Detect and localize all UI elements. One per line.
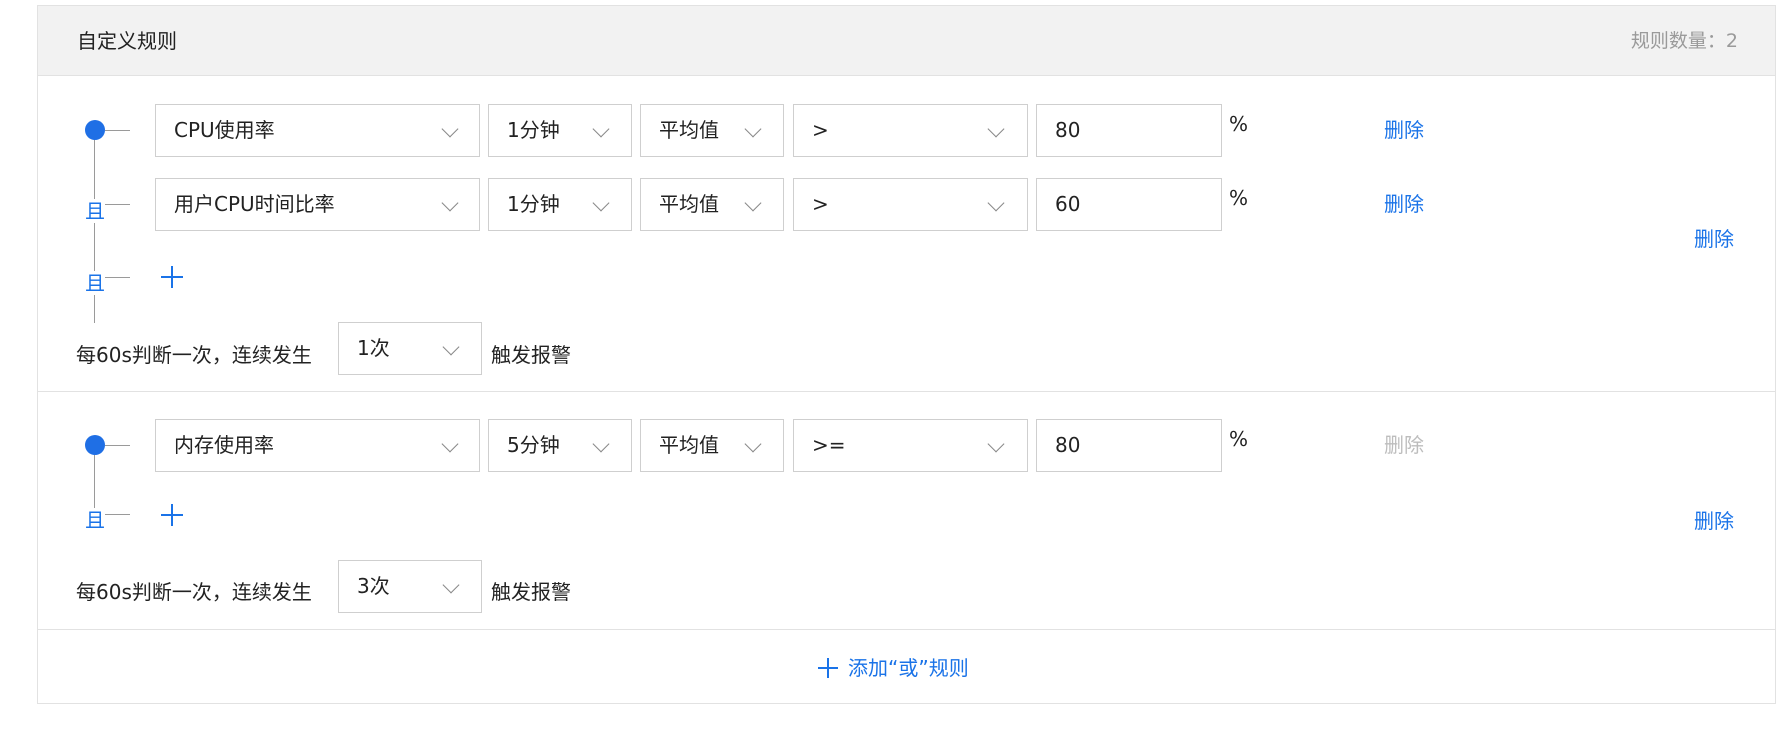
stat-select[interactable]: 平均值 bbox=[640, 178, 784, 231]
add-condition-icon[interactable] bbox=[161, 266, 183, 288]
metric-value: CPU使用率 bbox=[174, 118, 275, 142]
chevron-down-icon bbox=[442, 576, 460, 594]
period-value: 1分钟 bbox=[507, 118, 560, 142]
times-select[interactable]: 1次 bbox=[338, 322, 482, 375]
stat-value: 平均值 bbox=[659, 118, 719, 142]
operator-value: > bbox=[812, 118, 829, 142]
frequency-prefix: 每60s判断一次，连续发生 bbox=[76, 343, 312, 367]
stat-select[interactable]: 平均值 bbox=[640, 104, 784, 157]
add-or-rule-label: 添加“或”规则 bbox=[848, 656, 969, 680]
threshold-value: 80 bbox=[1055, 433, 1081, 457]
delete-condition-button[interactable]: 删除 bbox=[1384, 114, 1424, 143]
chevron-down-icon bbox=[987, 120, 1005, 138]
metric-value: 用户CPU时间比率 bbox=[174, 192, 335, 216]
chevron-down-icon bbox=[744, 120, 762, 138]
metric-select[interactable]: CPU使用率 bbox=[155, 104, 480, 157]
chevron-down-icon bbox=[987, 194, 1005, 212]
operator-value: >= bbox=[812, 433, 846, 457]
unit-label: % bbox=[1229, 186, 1249, 210]
threshold-input[interactable]: 80 bbox=[1036, 104, 1222, 157]
metric-value: 内存使用率 bbox=[174, 433, 274, 457]
rule-count: 规则数量：2 bbox=[1630, 30, 1738, 52]
delete-condition-button[interactable]: 删除 bbox=[1384, 429, 1424, 458]
delete-group-button[interactable]: 删除 bbox=[1694, 505, 1734, 534]
period-select[interactable]: 5分钟 bbox=[488, 419, 632, 472]
period-select[interactable]: 1分钟 bbox=[488, 178, 632, 231]
stat-value: 平均值 bbox=[659, 433, 719, 457]
chevron-down-icon bbox=[441, 120, 459, 138]
chevron-down-icon bbox=[441, 435, 459, 453]
stat-select[interactable]: 平均值 bbox=[640, 419, 784, 472]
operator-select[interactable]: >= bbox=[793, 419, 1028, 472]
and-label: 且 bbox=[85, 199, 105, 223]
connector-branch bbox=[105, 130, 130, 131]
panel-header: 自定义规则 规则数量：2 bbox=[38, 6, 1775, 76]
delete-group-button[interactable]: 删除 bbox=[1694, 223, 1734, 252]
dot-icon bbox=[85, 435, 105, 455]
operator-select[interactable]: > bbox=[793, 104, 1028, 157]
panel-footer: 添加“或”规则 bbox=[38, 631, 1775, 705]
plus-icon bbox=[818, 658, 838, 678]
period-value: 5分钟 bbox=[507, 433, 560, 457]
stat-value: 平均值 bbox=[659, 192, 719, 216]
metric-select[interactable]: 内存使用率 bbox=[155, 419, 480, 472]
dot-icon bbox=[85, 120, 105, 140]
frequency-suffix: 触发报警 bbox=[491, 580, 571, 604]
period-value: 1分钟 bbox=[507, 192, 560, 216]
chevron-down-icon bbox=[442, 338, 460, 356]
threshold-value: 60 bbox=[1055, 192, 1081, 216]
threshold-value: 80 bbox=[1055, 118, 1081, 142]
custom-rules-panel: 自定义规则 规则数量：2 且 且 CPU使用率 1分钟 平均值 > 80 % 删… bbox=[37, 5, 1776, 704]
unit-label: % bbox=[1229, 112, 1249, 136]
chevron-down-icon bbox=[744, 435, 762, 453]
connector-branch bbox=[105, 204, 130, 205]
and-label: 且 bbox=[85, 508, 105, 532]
threshold-input[interactable]: 80 bbox=[1036, 419, 1222, 472]
add-condition-icon[interactable] bbox=[161, 504, 183, 526]
metric-select[interactable]: 用户CPU时间比率 bbox=[155, 178, 480, 231]
operator-value: > bbox=[812, 192, 829, 216]
times-value: 1次 bbox=[357, 336, 390, 360]
times-value: 3次 bbox=[357, 574, 390, 598]
unit-label: % bbox=[1229, 427, 1249, 451]
delete-condition-button[interactable]: 删除 bbox=[1384, 188, 1424, 217]
panel-title: 自定义规则 bbox=[77, 29, 177, 53]
connector-branch bbox=[105, 445, 130, 446]
chevron-down-icon bbox=[592, 435, 610, 453]
threshold-input[interactable]: 60 bbox=[1036, 178, 1222, 231]
period-select[interactable]: 1分钟 bbox=[488, 104, 632, 157]
chevron-down-icon bbox=[744, 194, 762, 212]
add-or-rule-button[interactable]: 添加“或”规则 bbox=[818, 631, 969, 705]
frequency-suffix: 触发报警 bbox=[491, 343, 571, 367]
chevron-down-icon bbox=[987, 435, 1005, 453]
rule-group-1: 且 且 CPU使用率 1分钟 平均值 > 80 % 删除 用户CPU时间比率 1… bbox=[38, 77, 1775, 392]
and-label: 且 bbox=[85, 271, 105, 295]
operator-select[interactable]: > bbox=[793, 178, 1028, 231]
frequency-prefix: 每60s判断一次，连续发生 bbox=[76, 580, 312, 604]
chevron-down-icon bbox=[441, 194, 459, 212]
rule-group-2: 且 内存使用率 5分钟 平均值 >= 80 % 删除 删除 每60s判断一次，连… bbox=[38, 393, 1775, 630]
times-select[interactable]: 3次 bbox=[338, 560, 482, 613]
chevron-down-icon bbox=[592, 120, 610, 138]
chevron-down-icon bbox=[592, 194, 610, 212]
connector-branch bbox=[105, 277, 130, 278]
connector-branch bbox=[105, 514, 130, 515]
